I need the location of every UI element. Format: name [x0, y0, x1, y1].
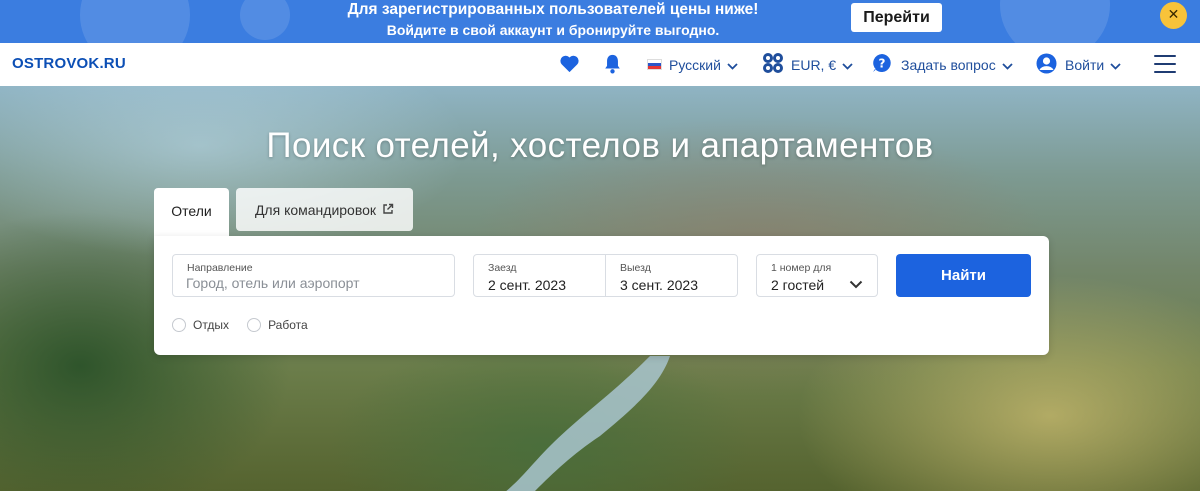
svg-text:?: ?	[879, 57, 886, 71]
tab-hotels[interactable]: Отели	[154, 188, 229, 237]
close-icon[interactable]: ✕	[1160, 2, 1187, 29]
destination-input[interactable]	[186, 275, 436, 291]
checkin-value: 2 сент. 2023	[488, 277, 566, 293]
checkout-value: 3 сент. 2023	[620, 277, 698, 293]
chevron-down-icon	[1110, 57, 1121, 73]
radio-leisure[interactable]: Отдых	[172, 318, 229, 332]
tab-business-trips[interactable]: Для командировок	[236, 188, 413, 231]
language-selector[interactable]: Русский	[647, 43, 738, 86]
chevron-down-icon	[1002, 57, 1013, 73]
currency-selector[interactable]: EUR, €	[762, 43, 853, 86]
language-label: Русский	[669, 56, 721, 73]
radio-circle[interactable]	[247, 318, 262, 332]
radio-work[interactable]: Работа	[247, 318, 308, 332]
chevron-down-icon	[849, 276, 863, 294]
guests-value: 2 гостей	[771, 277, 825, 293]
tab-label: Отели	[171, 203, 212, 219]
chevron-down-icon	[842, 57, 853, 73]
search-form: Направление Заезд 2 сент. 2023 Выезд 3 с…	[154, 236, 1049, 355]
checkout-label: Выезд	[620, 262, 651, 274]
tab-label: Для командировок	[254, 201, 377, 218]
trip-purpose: Отдых Работа	[172, 318, 326, 332]
help-label: Задать вопрос	[901, 56, 996, 73]
question-icon: ?	[872, 53, 892, 76]
russia-flag-icon	[647, 59, 662, 70]
checkin-field[interactable]: Заезд 2 сент. 2023	[473, 254, 606, 297]
logo[interactable]: OSTROVOK.RU	[12, 55, 126, 72]
hero-section: Поиск отелей, хостелов и апартаментов От…	[0, 86, 1200, 491]
radio-label: Работа	[268, 318, 308, 332]
promo-banner: Для зарегистрированных пользователей цен…	[0, 0, 1200, 43]
radio-label: Отдых	[193, 318, 230, 332]
chevron-down-icon	[727, 57, 738, 73]
heart-icon[interactable]	[559, 54, 580, 78]
radio-circle[interactable]	[172, 318, 186, 332]
background-photo	[506, 356, 670, 491]
checkin-label: Заезд	[488, 262, 517, 274]
site-header: OSTROVOK.RU Русский EUR, € ? Задать вопр…	[0, 43, 1200, 86]
search-button[interactable]: Найти	[896, 254, 1031, 297]
coins-icon	[762, 52, 784, 77]
login-menu[interactable]: Войти	[1036, 43, 1121, 86]
menu-icon[interactable]	[1154, 55, 1176, 73]
guests-selector[interactable]: 1 номер для 2 гостей	[756, 254, 878, 297]
login-label: Войти	[1065, 56, 1105, 73]
checkout-field[interactable]: Выезд 3 сент. 2023	[605, 254, 738, 297]
bell-icon[interactable]	[603, 54, 622, 79]
guests-label: 1 номер для	[771, 262, 832, 274]
destination-label: Направление	[187, 262, 253, 274]
help-selector[interactable]: ? Задать вопрос	[872, 43, 1013, 86]
external-link-icon	[382, 202, 394, 218]
destination-field[interactable]: Направление	[172, 254, 455, 297]
page-title: Поиск отелей, хостелов и апартаментов	[266, 126, 934, 165]
promo-go-button[interactable]: Перейти	[851, 3, 942, 32]
user-avatar-icon	[1036, 53, 1057, 77]
currency-label: EUR, €	[791, 56, 837, 73]
